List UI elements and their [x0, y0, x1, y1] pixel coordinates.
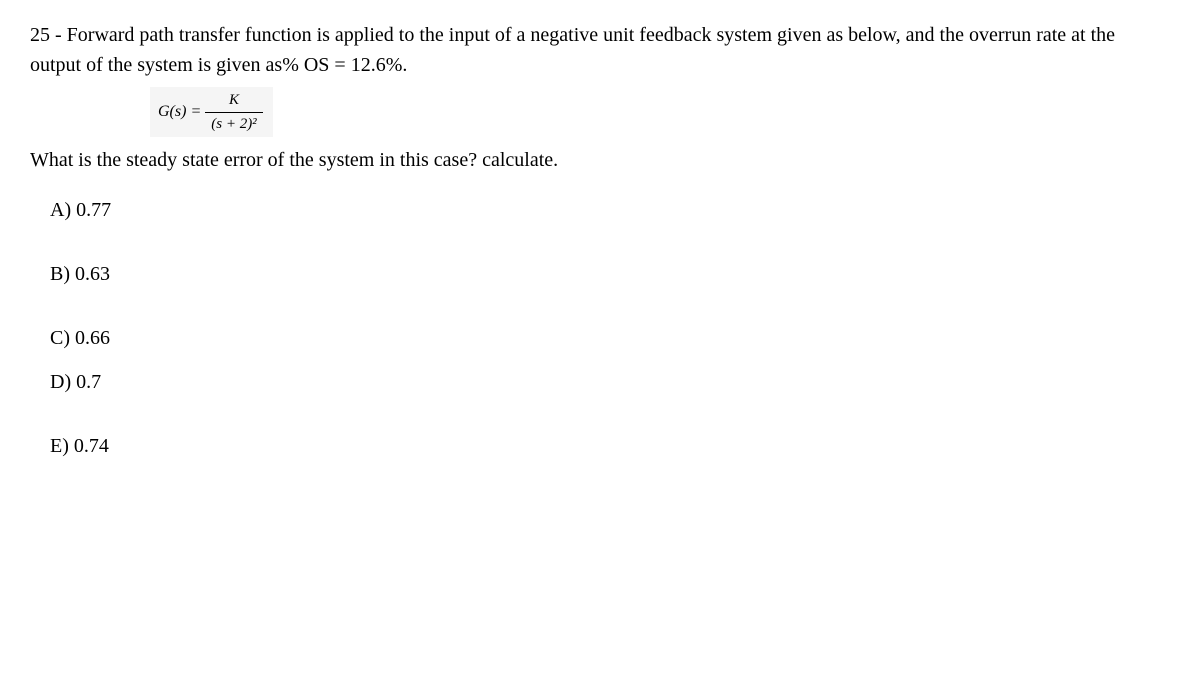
option-b[interactable]: B) 0.63: [50, 259, 1149, 289]
option-c[interactable]: C) 0.66: [50, 323, 1149, 353]
formula-fraction: K (s + 2)²: [205, 89, 262, 135]
option-e[interactable]: E) 0.74: [50, 431, 1149, 461]
options-list: A) 0.77 B) 0.63 C) 0.66 D) 0.7 E) 0.74: [30, 195, 1149, 495]
formula-block: G(s) = K (s + 2)²: [150, 87, 273, 137]
formula-numerator: K: [223, 89, 245, 112]
option-a[interactable]: A) 0.77: [50, 195, 1149, 225]
formula-denominator: (s + 2)²: [205, 112, 262, 136]
question-followup: What is the steady state error of the sy…: [30, 145, 1149, 175]
question-prompt: 25 - Forward path transfer function is a…: [30, 20, 1149, 80]
formula-lhs: G(s) =: [158, 100, 201, 124]
option-d[interactable]: D) 0.7: [50, 367, 1149, 397]
